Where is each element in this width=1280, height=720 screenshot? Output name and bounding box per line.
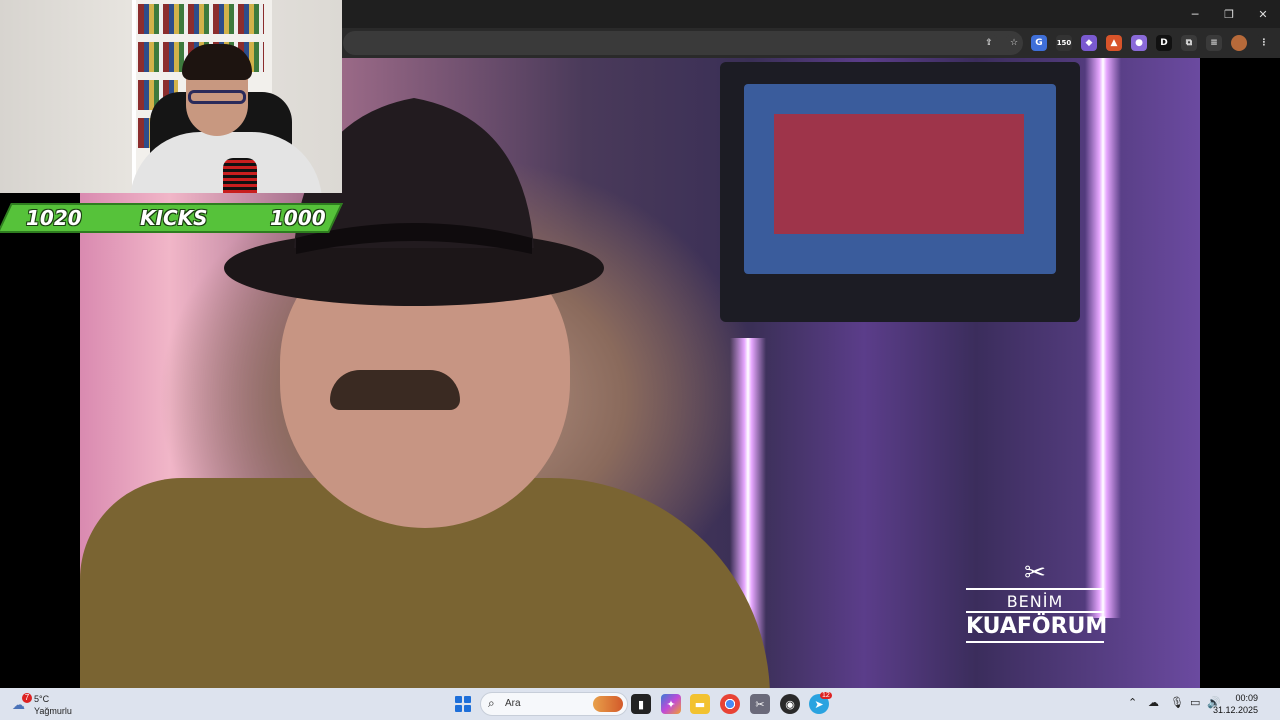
weather-temperature: 5°C <box>34 694 50 704</box>
puzzle-extensions-icon[interactable]: ⧉ <box>1181 35 1197 51</box>
cast-icon[interactable]: ⇪ <box>981 35 997 51</box>
shield-extension-icon[interactable]: ◆ <box>1081 35 1097 51</box>
browser-menu-icon[interactable]: ⋮ <box>1256 35 1272 51</box>
logo-text-bottom: KUAFÖRUM <box>966 611 1107 643</box>
score-right: 1000 <box>270 206 326 230</box>
neon-light <box>1085 58 1121 618</box>
taskbar: ☁ 7 5°C Yağmurlu ⌕ Ara ▮ ✦ ▬ ✂ ◉ ➤ 12 ⌃ … <box>0 688 1280 720</box>
webcam-overlay <box>0 0 342 193</box>
snipping-tool-icon[interactable]: ✂ <box>750 694 770 714</box>
microphone-icon[interactable]: 🎙 <box>1170 696 1184 709</box>
bookmark-star-icon[interactable]: ☆ <box>1006 35 1022 51</box>
search-placeholder: Ara <box>505 698 521 709</box>
translate-extension-icon[interactable]: G <box>1031 35 1047 51</box>
taskbar-search[interactable]: ⌕ Ara <box>480 692 628 716</box>
score-label: KICKS <box>140 206 208 230</box>
copilot-icon[interactable]: ✦ <box>661 694 681 714</box>
tray-overflow-icon[interactable]: ⌃ <box>1128 696 1137 709</box>
streamer-glasses <box>188 90 246 104</box>
network-icon[interactable]: ☁ <box>1148 696 1159 709</box>
extensions-bar: ⇪ ☆ G 150 ◆ ▲ ● D ⧉ ≡ ⋮ <box>981 31 1272 55</box>
display-icon[interactable]: ▭ <box>1190 696 1200 709</box>
file-explorer-icon[interactable]: ▬ <box>690 694 710 714</box>
address-bar[interactable] <box>343 31 1023 55</box>
window-controls: ─ ❐ ✕ <box>1178 0 1280 28</box>
search-icon: ⌕ <box>488 696 495 710</box>
counter-extension-icon[interactable]: 150 <box>1056 35 1072 51</box>
fox-extension-icon[interactable]: ▲ <box>1106 35 1122 51</box>
minimize-button[interactable]: ─ <box>1178 0 1212 28</box>
score-left: 1020 <box>26 206 82 230</box>
task-view-icon[interactable]: ▮ <box>631 694 651 714</box>
background-tv <box>720 62 1080 322</box>
weather-description: Yağmurlu <box>34 706 72 716</box>
screen: ─ ❐ ✕ ⇪ ☆ G 150 ◆ ▲ ● D ⧉ ≡ ⋮ ✂ BENİM KU… <box>0 0 1280 720</box>
search-highlight-icon <box>593 696 623 712</box>
media-control-icon[interactable]: ≡ <box>1206 35 1222 51</box>
clock-date: 31.12.2025 <box>1212 705 1258 715</box>
streamer-hair <box>182 44 252 80</box>
logo-text-top: BENİM <box>966 588 1104 611</box>
microphone <box>223 158 257 193</box>
restore-button[interactable]: ❐ <box>1212 0 1246 28</box>
scissors-icon: ✂ <box>1024 558 1046 588</box>
chrome-icon[interactable] <box>720 694 740 714</box>
d-extension-icon[interactable]: D <box>1156 35 1172 51</box>
show-logo: ✂ BENİM KUAFÖRUM <box>960 558 1110 658</box>
cloud-extension-icon[interactable]: ● <box>1131 35 1147 51</box>
telegram-badge: 12 <box>820 692 832 699</box>
person-mustache <box>330 370 460 410</box>
system-clock[interactable]: 00:09 31.12.2025 <box>1213 692 1258 716</box>
close-button[interactable]: ✕ <box>1246 0 1280 28</box>
profile-avatar[interactable] <box>1231 35 1247 51</box>
weather-widget[interactable]: ☁ 7 5°C Yağmurlu <box>10 692 90 718</box>
obs-icon[interactable]: ◉ <box>780 694 800 714</box>
clock-time: 00:09 <box>1235 693 1258 703</box>
windows-start-button[interactable] <box>455 696 471 712</box>
weather-alert-badge: 7 <box>22 693 32 703</box>
